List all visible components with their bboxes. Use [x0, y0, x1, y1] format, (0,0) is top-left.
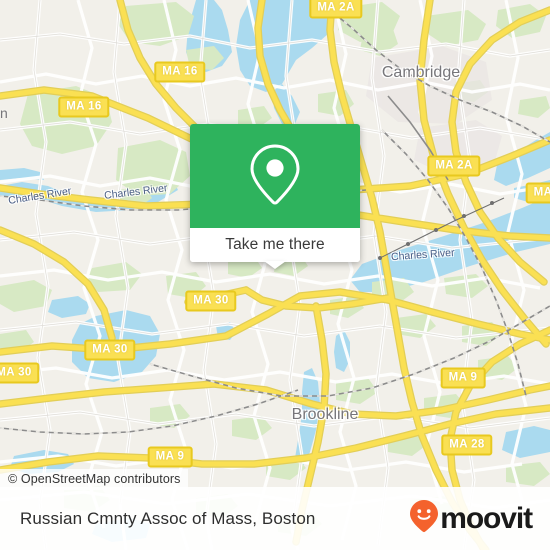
route-shield: MA 16	[154, 61, 206, 83]
take-me-there-label: Take me there	[225, 236, 325, 253]
route-shield: MA 30	[84, 339, 136, 361]
moovit-pin-icon	[409, 499, 439, 538]
city-label: Brookline	[291, 406, 359, 423]
moovit-wordmark: moovit	[440, 501, 533, 535]
route-shield: MA 2A	[309, 0, 363, 19]
map-screen: MA 2A MA 16 MA 16 MA 2A MA MA 30 MA 30 MA 30 MA …	[0, 0, 550, 550]
route-shield: MA 28	[441, 434, 493, 456]
card-pointer-tail	[264, 261, 286, 269]
route-shield: MA 16	[58, 96, 110, 118]
clipped-place-label: n	[0, 105, 8, 121]
route-shield: MA 9	[147, 446, 193, 468]
take-me-there-card[interactable]: Take me there	[190, 124, 360, 262]
route-shield: MA 2A	[427, 155, 481, 177]
moovit-logo[interactable]: moovit	[409, 499, 533, 538]
route-shield: MA 30	[0, 362, 40, 384]
footer-bar: Russian Cmnty Assoc of Mass, Boston moov…	[0, 487, 550, 550]
card-action-panel[interactable]: Take me there	[190, 228, 360, 262]
card-pin-panel	[190, 124, 360, 228]
place-title: Russian Cmnty Assoc of Mass, Boston	[20, 508, 316, 528]
city-label: Cambridge	[381, 64, 461, 81]
route-shield: MA	[525, 182, 550, 204]
route-shield: MA 30	[185, 290, 237, 312]
map-canvas[interactable]	[0, 0, 550, 550]
map-pin-icon	[249, 142, 301, 211]
route-shield: MA 9	[440, 367, 486, 389]
